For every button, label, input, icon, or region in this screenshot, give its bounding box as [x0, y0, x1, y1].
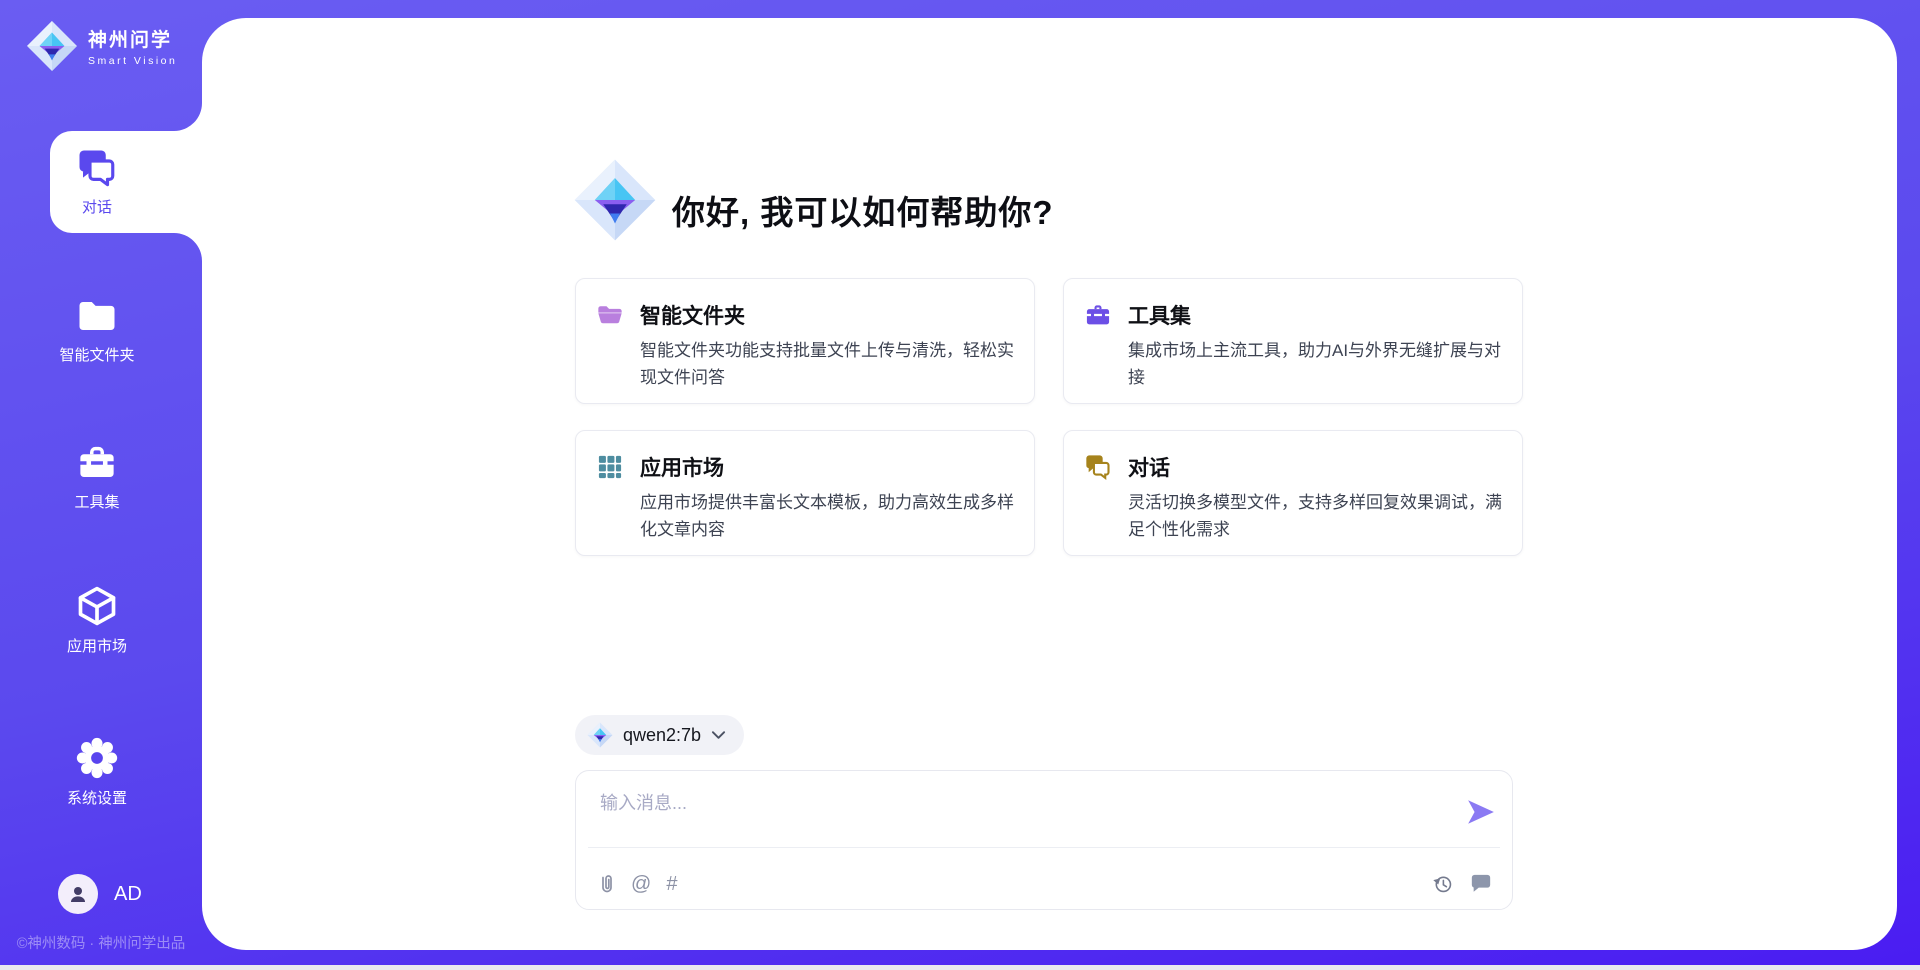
chat-bubbles-icon — [1084, 453, 1112, 481]
card-app-market[interactable]: 应用市场 应用市场提供丰富长文本模板，助力高效生成多样化文章内容 — [575, 430, 1035, 556]
brand-name: 神州问学 — [88, 25, 177, 52]
model-diamond-icon — [587, 722, 613, 748]
person-icon — [66, 882, 90, 906]
topic-icon[interactable]: # — [666, 873, 677, 895]
sidebar-item-label: 对话 — [82, 196, 112, 217]
copyright-footer: ©神州数码 · 神州问学出品 — [0, 932, 202, 953]
app-window: 神州问学 Smart Vision 对话 智能文件夹 — [0, 0, 1920, 970]
card-title: 工具集 — [1128, 300, 1191, 330]
sidebar-item-label: 工具集 — [74, 491, 119, 512]
card-description: 集成市场上主流工具，助力AI与外界无缝扩展与对接 — [1128, 337, 1514, 391]
sidebar: 神州问学 Smart Vision 对话 智能文件夹 — [0, 0, 202, 965]
sidebar-item-chat[interactable]: 对话 — [0, 147, 194, 217]
brand-subtitle: Smart Vision — [88, 55, 177, 67]
sidebar-item-smart-folder[interactable]: 智能文件夹 — [0, 295, 194, 365]
card-toolset[interactable]: 工具集 集成市场上主流工具，助力AI与外界无缝扩展与对接 — [1063, 278, 1523, 404]
card-title: 应用市场 — [640, 452, 724, 482]
sidebar-item-label: 系统设置 — [67, 787, 127, 808]
card-title: 对话 — [1128, 452, 1170, 482]
sidebar-item-toolset[interactable]: 工具集 — [0, 442, 194, 512]
message-composer: @ # — [575, 770, 1513, 910]
card-smart-folder[interactable]: 智能文件夹 智能文件夹功能支持批量文件上传与清洗，轻松实现文件问答 — [575, 278, 1035, 404]
message-input[interactable] — [600, 787, 1420, 819]
cube-icon — [75, 584, 119, 628]
brand-diamond-icon — [26, 20, 78, 72]
paperclip-icon[interactable] — [598, 873, 616, 895]
sidebar-item-label: 应用市场 — [67, 635, 127, 656]
folder-open-icon — [596, 301, 624, 329]
composer-divider — [588, 847, 1500, 848]
folder-icon — [76, 295, 118, 337]
greeting-title: 你好, 我可以如何帮助你? — [672, 186, 1054, 234]
avatar[interactable] — [58, 874, 98, 914]
card-description: 智能文件夹功能支持批量文件上传与清洗，轻松实现文件问答 — [640, 337, 1026, 391]
user-initials: AD — [114, 883, 142, 906]
sidebar-item-settings[interactable]: 系统设置 — [0, 736, 194, 808]
card-chat[interactable]: 对话 灵活切换多模型文件，支持多样回复效果调试，满足个性化需求 — [1063, 430, 1523, 556]
toolbox-icon — [76, 442, 118, 484]
chevron-down-icon — [711, 729, 726, 741]
gear-icon — [75, 736, 119, 780]
user-account[interactable]: AD — [58, 874, 142, 914]
grid-icon — [596, 453, 624, 481]
composer-tools-left: @ # — [598, 873, 677, 895]
composer-tools-right — [1431, 872, 1492, 895]
mention-icon[interactable]: @ — [631, 873, 651, 895]
send-icon[interactable] — [1466, 797, 1496, 827]
hero-diamond-icon — [573, 158, 657, 242]
chat-bubbles-icon — [76, 147, 118, 189]
history-icon[interactable] — [1431, 872, 1454, 895]
model-selector[interactable]: qwen2:7b — [575, 715, 744, 755]
brand-logo: 神州问学 Smart Vision — [26, 20, 177, 72]
card-description: 灵活切换多模型文件，支持多样回复效果调试，满足个性化需求 — [1128, 489, 1514, 543]
toolbox-icon — [1084, 301, 1112, 329]
card-description: 应用市场提供丰富长文本模板，助力高效生成多样化文章内容 — [640, 489, 1026, 543]
window-bottom-edge — [0, 965, 1920, 970]
main-panel: 你好, 我可以如何帮助你? 智能文件夹 智能文件夹功能支持批量文件上传与清洗，轻… — [202, 18, 1897, 950]
chat-bubble-icon[interactable] — [1470, 873, 1492, 895]
sidebar-item-label: 智能文件夹 — [59, 344, 134, 365]
model-name: qwen2:7b — [623, 725, 701, 746]
feature-cards: 智能文件夹 智能文件夹功能支持批量文件上传与清洗，轻松实现文件问答 — [575, 278, 1523, 556]
sidebar-item-app-market[interactable]: 应用市场 — [0, 584, 194, 656]
card-title: 智能文件夹 — [640, 300, 745, 330]
